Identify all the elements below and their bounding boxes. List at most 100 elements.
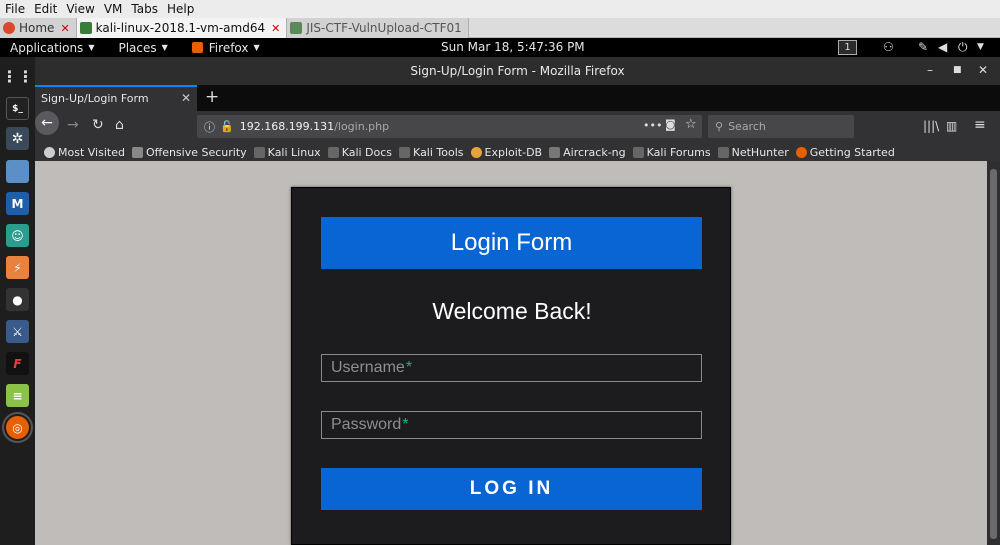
pocket-icon[interactable]: ◙ xyxy=(665,118,676,131)
password-placeholder: Password xyxy=(331,416,402,433)
beef-icon[interactable]: ⚔ xyxy=(6,320,29,343)
search-bar[interactable]: ⚲ Search xyxy=(708,115,854,138)
chevron-down-icon[interactable]: ▼ xyxy=(977,42,984,52)
bookmark-kali-forums[interactable]: Kali Forums xyxy=(632,146,711,159)
vm-tab-label: kali-linux-2018.1-vm-amd64 xyxy=(95,21,266,35)
volume-icon[interactable]: ◀ xyxy=(938,40,947,54)
files-icon[interactable] xyxy=(6,160,29,183)
kali-dragon-icon xyxy=(717,146,729,158)
url-text[interactable]: 192.168.199.131/login.php xyxy=(240,120,389,133)
armitage-icon[interactable]: ☺ xyxy=(6,224,29,247)
bookmark-label: Getting Started xyxy=(809,145,895,159)
page-content: Login Form Welcome Back! Username * Passw… xyxy=(35,161,987,545)
menu-tabs[interactable]: Tabs xyxy=(127,2,162,16)
power-icon[interactable]: ⏻ xyxy=(958,40,968,55)
burpsuite-icon[interactable]: ⚡ xyxy=(6,256,29,279)
bookmark-kali-linux[interactable]: Kali Linux xyxy=(253,146,321,159)
bookmark-star-icon[interactable]: ☆ xyxy=(685,117,697,132)
bookmark-offensive-security[interactable]: Offensive Security xyxy=(131,146,247,159)
workspace-indicator[interactable]: 1 xyxy=(838,40,857,55)
bookmark-kali-tools[interactable]: Kali Tools xyxy=(399,146,464,159)
minimize-icon[interactable]: – xyxy=(927,63,933,77)
scrollbar-thumb[interactable] xyxy=(990,169,997,539)
aircrack-icon xyxy=(549,146,561,158)
menu-vm[interactable]: VM xyxy=(100,2,127,16)
firefox-menu[interactable]: Firefox ▼ xyxy=(191,40,260,55)
offsec-icon xyxy=(131,146,143,158)
kali-dragon-icon xyxy=(399,146,411,158)
mic-icon[interactable]: ✎ xyxy=(918,40,928,54)
bookmark-most-visited[interactable]: Most Visited xyxy=(44,146,125,159)
kali-dragon-icon xyxy=(632,146,644,158)
url-bar[interactable]: ⓘ 🔓 192.168.199.131/login.php ••• ◙ ☆ xyxy=(197,115,702,138)
vm-tab-kali[interactable]: kali-linux-2018.1-vm-amd64 ✕ xyxy=(76,18,288,38)
menu-file[interactable]: File xyxy=(1,2,29,16)
search-placeholder: Search xyxy=(728,120,766,133)
page-scrollbar[interactable] xyxy=(987,161,1000,545)
bookmark-label: Exploit-DB xyxy=(484,145,543,159)
url-path: /login.php xyxy=(334,120,390,133)
devices-icon[interactable]: ⚇ xyxy=(883,40,894,54)
bookmark-label: Kali Docs xyxy=(341,145,393,159)
kali-dragon-icon xyxy=(327,146,339,158)
firefox-dock-icon[interactable]: ◎ xyxy=(2,412,33,443)
browser-tab-active[interactable]: Sign-Up/Login Form ✕ xyxy=(35,85,197,111)
welcome-heading: Welcome Back! xyxy=(432,298,592,324)
reload-button[interactable]: ↻ xyxy=(92,117,104,133)
tab-title: Sign-Up/Login Form xyxy=(41,92,149,105)
bookmark-label: NetHunter xyxy=(731,145,789,159)
firefox-label: Firefox xyxy=(208,40,249,55)
panel-clock[interactable]: Sun Mar 18, 5:47:36 PM xyxy=(441,40,585,54)
caret-down-icon: ▼ xyxy=(253,43,260,52)
vm-menubar: File Edit View VM Tabs Help xyxy=(0,0,1000,18)
terminal-icon[interactable]: $_ xyxy=(6,97,29,120)
close-icon[interactable]: ✕ xyxy=(978,63,988,77)
url-host: 192.168.199.131 xyxy=(239,120,335,133)
bookmarks-toolbar: Most Visited Offensive Security Kali Lin… xyxy=(35,143,1000,161)
show-apps-icon[interactable]: ⋮⋮ xyxy=(2,65,34,88)
bookmark-aircrack-ng[interactable]: Aircrack-ng xyxy=(549,146,626,159)
login-form-header: Login Form xyxy=(321,217,702,269)
insecure-lock-icon[interactable]: 🔓 xyxy=(220,120,234,133)
library-icon[interactable]: |||\ xyxy=(923,119,939,133)
metasploit-icon[interactable]: M xyxy=(6,192,29,215)
info-icon[interactable]: ⓘ xyxy=(204,119,215,135)
bookmark-kali-docs[interactable]: Kali Docs xyxy=(327,145,393,159)
new-tab-icon[interactable]: + xyxy=(205,87,219,107)
maximize-icon[interactable]: ■ xyxy=(953,65,962,75)
sidebar-icon[interactable]: ▥ xyxy=(946,119,957,133)
firefox-icon xyxy=(795,146,807,158)
kali-top-panel: Applications ▼ Places ▼ Firefox ▼ Sun Ma… xyxy=(0,38,1000,57)
bookmark-exploit-db[interactable]: Exploit-DB xyxy=(470,145,543,159)
log-in-button[interactable]: LOG IN xyxy=(321,468,702,510)
dock: ⋮⋮ $_ ✲ M ☺ ⚡ ● ⚔ F ≡ ◎ xyxy=(0,57,35,545)
window-titlebar[interactable]: Sign-Up/Login Form - Mozilla Firefox – ■… xyxy=(35,57,1000,85)
kali-dragon-icon xyxy=(253,146,265,158)
places-menu[interactable]: Places ▼ xyxy=(118,41,167,55)
close-tab-icon[interactable]: ✕ xyxy=(181,91,191,105)
username-field[interactable]: Username * xyxy=(321,354,702,382)
bookmark-label: Aircrack-ng xyxy=(563,145,626,159)
page-actions-icon[interactable]: ••• xyxy=(643,119,662,132)
close-icon[interactable]: ✕ xyxy=(271,22,280,35)
notes-icon[interactable]: ≡ xyxy=(6,384,29,407)
back-button[interactable]: ← xyxy=(35,111,59,135)
home-button[interactable]: ⌂ xyxy=(115,117,124,133)
hamburger-menu-icon[interactable]: ≡ xyxy=(974,117,986,133)
forward-button[interactable]: → xyxy=(67,117,79,133)
faraday-icon[interactable]: F xyxy=(6,352,29,375)
applications-menu[interactable]: Applications ▼ xyxy=(10,41,94,55)
vm-tab-home[interactable]: Home ✕ xyxy=(0,18,77,38)
menu-help[interactable]: Help xyxy=(163,2,198,16)
password-field[interactable]: Password * xyxy=(321,411,702,439)
menu-edit[interactable]: Edit xyxy=(30,2,61,16)
firefox-window: Sign-Up/Login Form - Mozilla Firefox – ■… xyxy=(35,57,1000,545)
vm-tab-jis-ctf[interactable]: JIS-CTF-VulnUpload-CTF01 xyxy=(287,18,469,38)
close-icon[interactable]: ✕ xyxy=(60,22,69,35)
maltego-icon[interactable]: ● xyxy=(6,288,29,311)
bookmark-nethunter[interactable]: NetHunter xyxy=(717,145,789,159)
bookmark-getting-started[interactable]: Getting Started xyxy=(795,145,895,159)
caret-down-icon: ▼ xyxy=(161,43,168,52)
menu-view[interactable]: View xyxy=(62,2,98,16)
settings-icon[interactable]: ✲ xyxy=(6,127,29,150)
